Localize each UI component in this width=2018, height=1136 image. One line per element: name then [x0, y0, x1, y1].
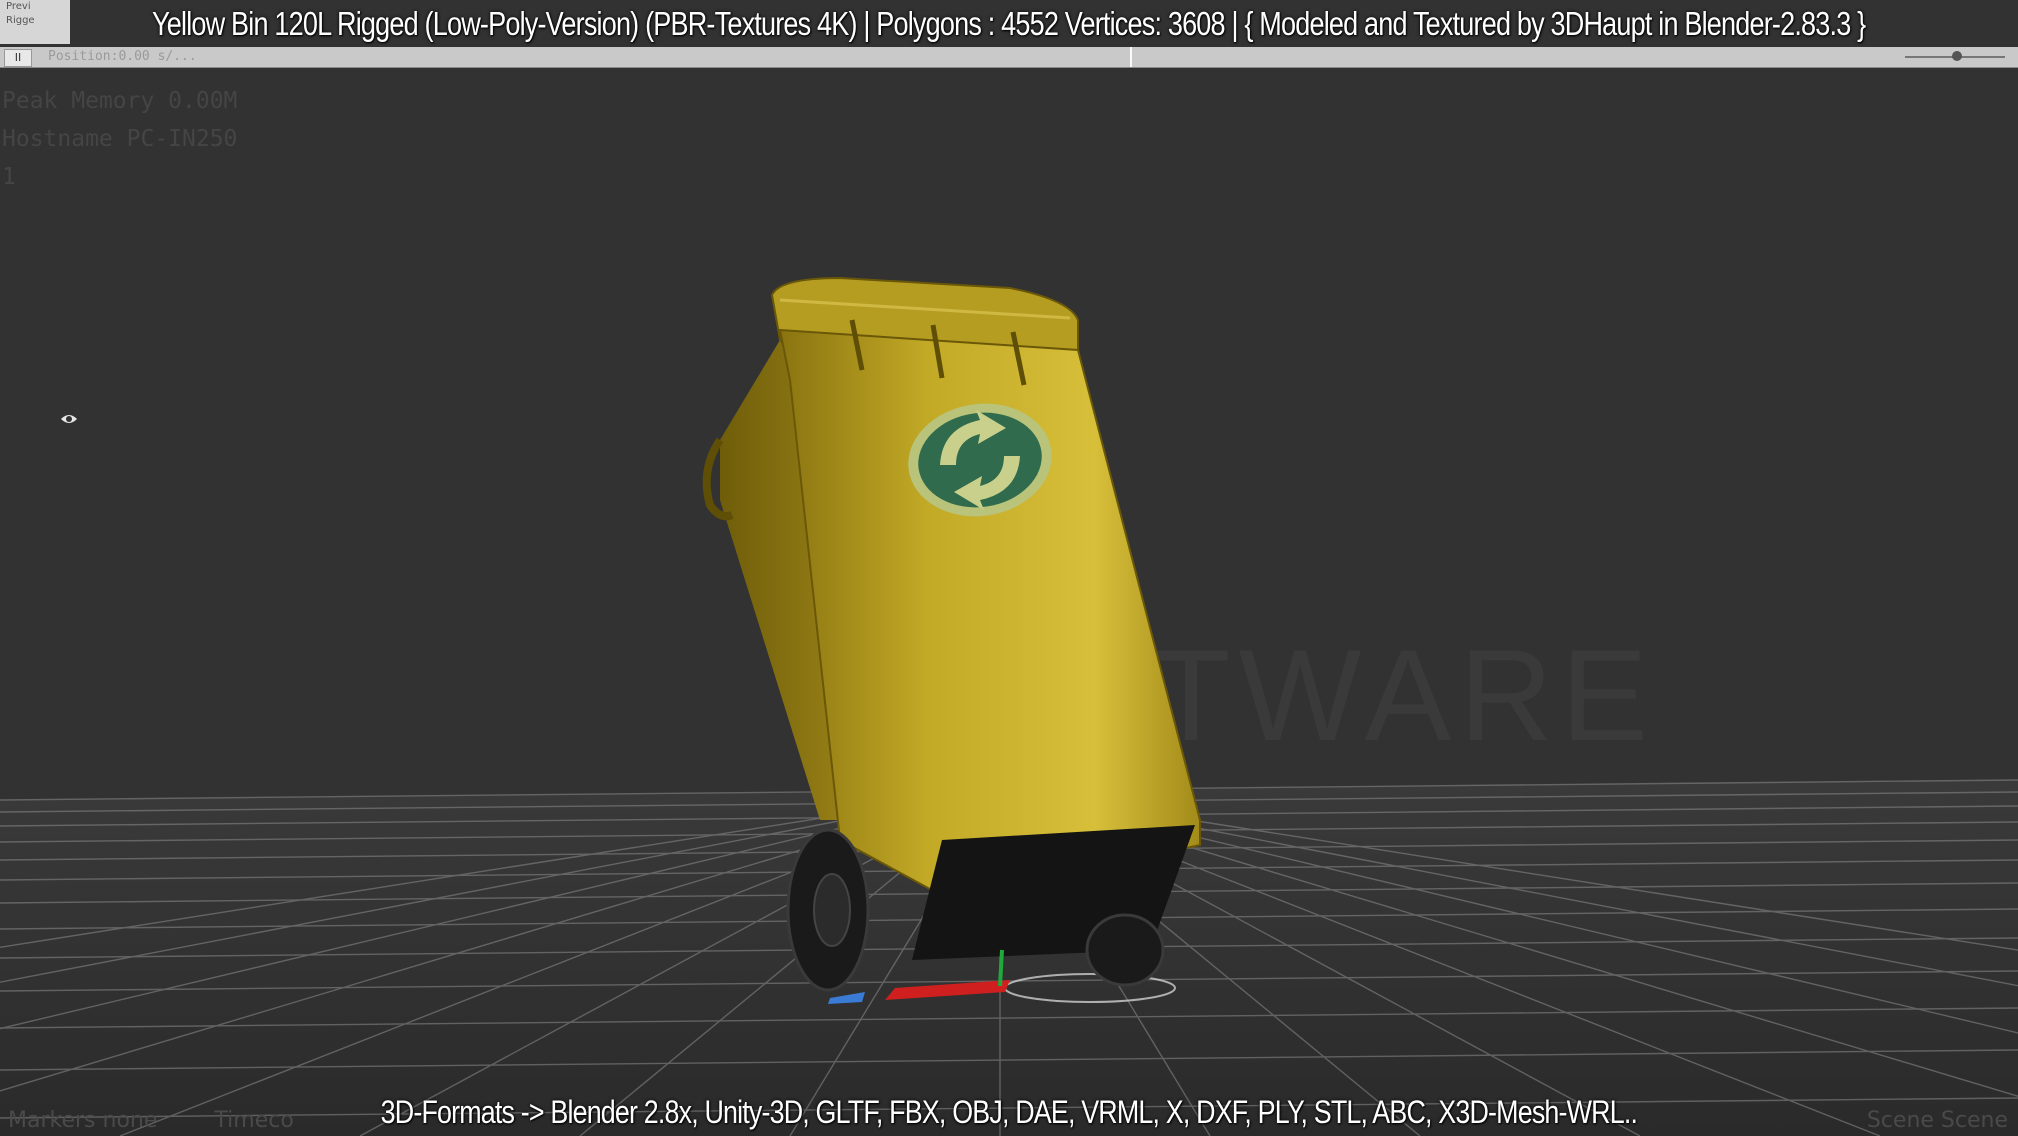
title-text: Yellow Bin 120L Rigged (Low-Poly-Version… [152, 5, 1866, 42]
frame-number-text: 1 [2, 164, 16, 190]
timeline-playhead[interactable] [1130, 47, 1132, 67]
pause-icon[interactable]: II [4, 49, 32, 67]
timeline-position-label: Position:0.00 s/... [48, 49, 197, 64]
timeline-strip[interactable]: II Position:0.00 s/... [0, 47, 2018, 68]
render-stats: Peak Memory 0.00M Hostname PC-IN250 1 [2, 82, 237, 196]
3d-viewport[interactable]: SOFTWARE Peak Memory 0.00M Hostname PC-I… [0, 0, 2018, 1136]
eye-icon[interactable] [60, 412, 78, 426]
formats-caption: 3D-Formats -> Blender 2.8x, Unity-3D, GL… [380, 1093, 1638, 1130]
caption-overlay: 3D-Formats -> Blender 2.8x, Unity-3D, GL… [0, 1088, 2018, 1136]
hostname-text: Hostname PC-IN250 [2, 126, 238, 152]
zoom-slider-knob[interactable] [1952, 51, 1962, 61]
yellow-bin-model[interactable] [680, 260, 1240, 1020]
title-overlay: Yellow Bin 120L Rigged (Low-Poly-Version… [0, 0, 2018, 48]
peak-memory-text: Peak Memory 0.00M [2, 88, 238, 114]
